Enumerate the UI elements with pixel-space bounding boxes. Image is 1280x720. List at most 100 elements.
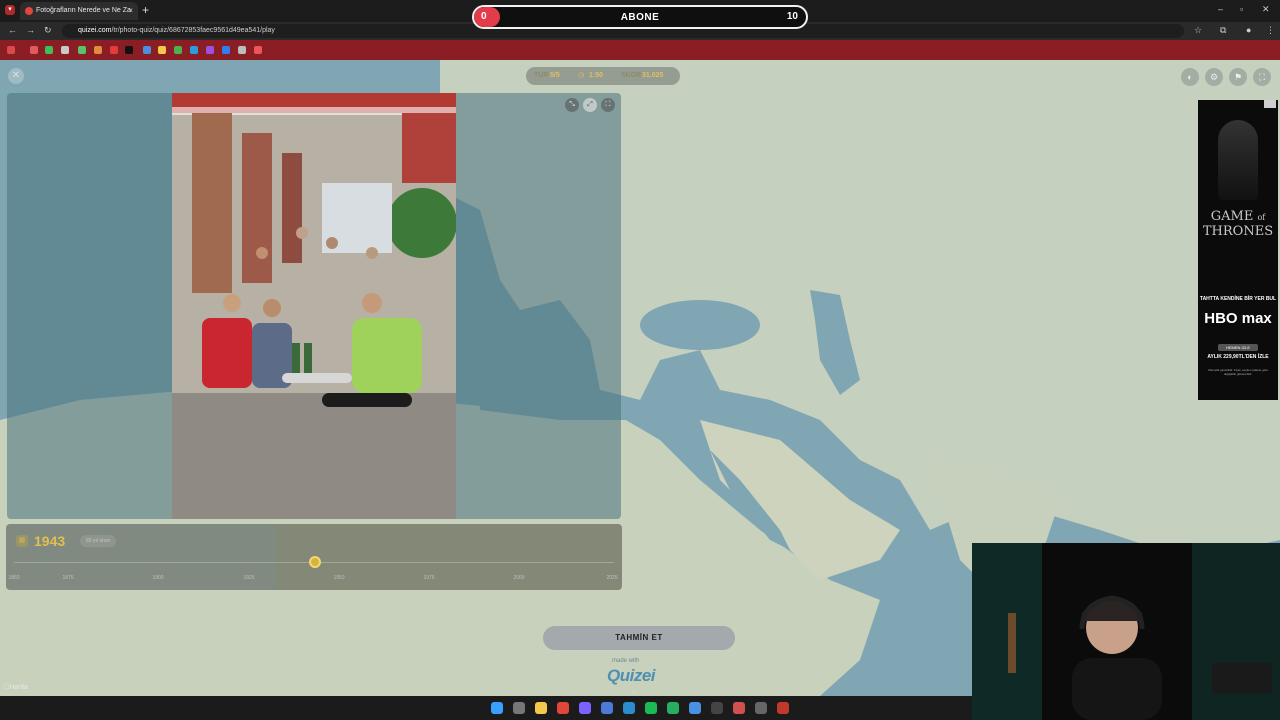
zoom-out-icon[interactable]: ⤡ [565, 98, 579, 112]
mail-icon[interactable] [755, 702, 767, 714]
reload-icon[interactable]: ↻ [44, 25, 52, 36]
game-status-bar: TUR 5/5 ◷ 1:50 SKOR 31.025 [526, 67, 680, 85]
steam-icon[interactable] [689, 702, 701, 714]
new-tab-button[interactable]: + [142, 3, 149, 17]
made-with-label: made with [612, 658, 640, 664]
tick-label: 2025 [606, 575, 618, 581]
bookmark-leaf-icon[interactable] [78, 46, 86, 54]
ad-price: AYLIK 229,90TL'DEN İZLE [1207, 354, 1269, 360]
guess-button[interactable]: TAHMİN ET [543, 626, 735, 650]
bookmark-twitch-icon[interactable] [222, 46, 230, 54]
bookmark-orange-icon[interactable] [94, 46, 102, 54]
tick-label: 1950 [333, 575, 345, 581]
goal-label: ABONE [620, 12, 660, 23]
sheets-icon[interactable] [667, 702, 679, 714]
bookmark-red-icon[interactable] [254, 46, 262, 54]
bookmarks-bar [0, 40, 1280, 60]
bookmark-apps-icon[interactable] [7, 46, 15, 54]
minimize-icon[interactable]: – [1218, 4, 1223, 14]
tab-close-button[interactable]: × [128, 2, 133, 20]
bookmark-star-icon[interactable]: ☆ [1194, 25, 1202, 36]
ad-fine-print: Abonelik gereklidir. Fiyat, seçilen pake… [1207, 368, 1269, 376]
tick-label: 1925 [243, 575, 255, 581]
quit-game-button[interactable]: ✕ [8, 68, 24, 84]
theme-toggle-icon[interactable]: ◐ [1181, 68, 1199, 86]
favicon-icon [25, 7, 33, 15]
profile-icon[interactable]: ● [1246, 25, 1251, 35]
forward-icon[interactable]: → [26, 25, 35, 35]
webcam-feed [972, 543, 1280, 720]
extensions-icon[interactable]: ⧉ [1220, 25, 1226, 36]
year-slider-handle[interactable] [309, 556, 321, 568]
round-value: 5/5 [550, 72, 560, 79]
score-value: 31.025 [642, 72, 664, 79]
record-icon[interactable] [733, 702, 745, 714]
url-host: quizei.com [78, 27, 112, 34]
back-icon[interactable]: ← [8, 25, 17, 35]
expand-photo-icon[interactable]: ⛶ [601, 98, 615, 112]
settings-gear-icon[interactable]: ⚙ [1205, 68, 1223, 86]
spotify-icon[interactable] [645, 702, 657, 714]
file-explorer-icon[interactable] [535, 702, 547, 714]
pdf-icon[interactable] [777, 702, 789, 714]
selected-year: 1943 [34, 533, 66, 549]
hbo-max-ad[interactable]: GAME of THRONES TAHTTA KENDİNE BİR YER B… [1198, 100, 1278, 400]
maximize-icon[interactable]: ▫ [1240, 4, 1243, 14]
timeline-range-highlight [276, 524, 622, 590]
map-attribution: Harita [4, 684, 28, 691]
timer-icon: ◷ [578, 72, 585, 79]
tick-label: 1900 [152, 575, 164, 581]
tab-menu-button[interactable]: ▾ [5, 5, 15, 15]
discord-icon[interactable] [579, 702, 591, 714]
ad-brand-logo: HBO max [1204, 310, 1272, 327]
subscriber-goal-bar: 0 ABONE 10 [472, 5, 808, 29]
report-flag-icon[interactable]: ⚑ [1229, 68, 1247, 86]
start-icon[interactable] [491, 702, 503, 714]
year-timeline[interactable]: ▦ 1943 83 yıl önce 1860 1875 1900 1925 1… [6, 524, 622, 590]
tick-label: 2000 [513, 575, 525, 581]
calendar-icon: ▦ [16, 535, 28, 547]
os-taskbar [0, 696, 972, 720]
app-icon[interactable] [601, 702, 613, 714]
tick-label: 1875 [62, 575, 74, 581]
url-path: /tr/photo-quiz/quiz/68672853faec9561d49e… [111, 27, 275, 34]
window-close-icon[interactable]: ✕ [1262, 4, 1270, 15]
cafe-scene-image [172, 93, 456, 519]
browser-menu-icon[interactable]: ⋮ [1266, 25, 1275, 36]
bookmark-purple-icon[interactable] [206, 46, 214, 54]
bookmark-blue-icon[interactable] [143, 46, 151, 54]
browser-tab[interactable]: Fotoğrafların Nerede ve Ne Za × [20, 2, 138, 20]
bookmark-globe-icon[interactable] [190, 46, 198, 54]
chrome-icon[interactable] [557, 702, 569, 714]
streamer-image [972, 543, 1280, 720]
telegram-icon[interactable] [623, 702, 635, 714]
score-label: SKOR [621, 72, 642, 79]
ad-cta-button[interactable]: HEMEN İZLE [1218, 344, 1258, 351]
tab-title: Fotoğrafların Nerede ve Ne Za [36, 7, 131, 14]
bookmark-folder-icon[interactable] [158, 46, 166, 54]
bookmark-kick-icon[interactable] [45, 46, 53, 54]
bookmark-mail-icon[interactable] [30, 46, 38, 54]
ad-title: GAME of THRONES [1202, 209, 1274, 239]
obs-icon[interactable] [711, 702, 723, 714]
ad-tagline: TAHTTA KENDİNE BİR YER BUL [1199, 296, 1277, 302]
tick-label: 1975 [423, 575, 435, 581]
fullscreen-icon[interactable]: ⛶ [1253, 68, 1271, 86]
tick-label: 1860 [8, 575, 20, 581]
goal-target: 10 [786, 11, 798, 22]
search-icon[interactable] [513, 702, 525, 714]
round-label: TUR [534, 72, 549, 79]
bookmark-youtube-icon[interactable] [110, 46, 118, 54]
bookmark-person-icon[interactable] [238, 46, 246, 54]
timer-value: 1:50 [589, 72, 604, 79]
bookmark-green-icon[interactable] [174, 46, 182, 54]
years-ago-badge: 83 yıl önce [80, 535, 117, 547]
quiz-photo[interactable] [172, 93, 456, 519]
zoom-reset-icon[interactable]: ⤢ [583, 98, 597, 112]
chevron-up-icon[interactable]: ︿ [630, 685, 637, 695]
quizei-logo[interactable]: Quizei [607, 666, 656, 686]
ad-choices-icon[interactable] [1264, 100, 1276, 108]
ad-artwork [1218, 120, 1258, 200]
bookmark-x-icon[interactable] [125, 46, 133, 54]
bookmark-page-icon[interactable] [61, 46, 69, 54]
